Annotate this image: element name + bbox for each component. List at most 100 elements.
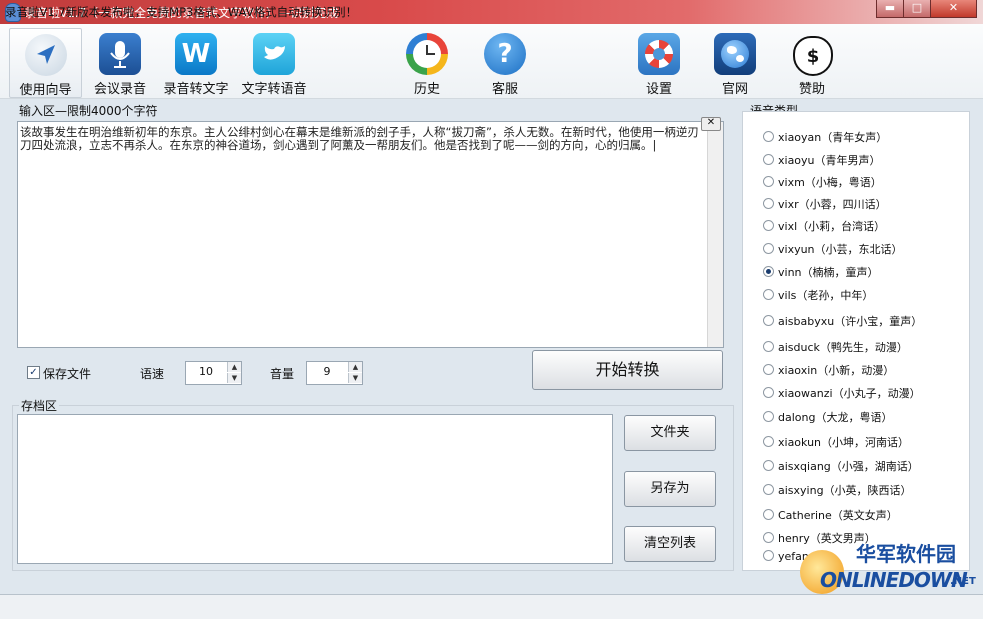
- voice-option-label: xiaokun（小坤，河南话）: [778, 436, 910, 449]
- radio-button[interactable]: [763, 411, 774, 422]
- sponsor-button[interactable]: $ 赞助: [783, 28, 841, 97]
- save-file-label: 保存文件: [43, 367, 92, 381]
- start-convert-button[interactable]: 开始转换: [532, 350, 723, 390]
- toolbar-label-meeting: 会议录音: [93, 82, 146, 97]
- radio-button[interactable]: [763, 484, 774, 495]
- voice-option-label: xiaowanzi（小丸子，动漫）: [778, 387, 921, 400]
- voice-option[interactable]: vixyun（小芸，东北话）: [763, 241, 903, 257]
- radio-button[interactable]: [763, 131, 774, 142]
- speed-label: 语速: [140, 367, 165, 381]
- voice-option-label: vixyun（小芸，东北话）: [778, 243, 903, 256]
- voice-option-label: aisbabyxu（许小宝，童声）: [778, 315, 923, 328]
- settings-button[interactable]: 设置: [630, 28, 688, 97]
- input-scrollbar[interactable]: [707, 122, 723, 347]
- save-as-button[interactable]: 另存为: [624, 471, 716, 507]
- meeting-record-button[interactable]: 会议录音: [84, 28, 156, 97]
- input-group-label: 输入区—限制4000个字符: [19, 104, 158, 118]
- voice-option-label: aisduck（鸭先生，动漫）: [778, 341, 908, 354]
- radio-button[interactable]: [763, 243, 774, 254]
- radio-button[interactable]: [763, 176, 774, 187]
- voice-option-label: aisxqiang（小强，湖南话）: [778, 460, 919, 473]
- radio-button[interactable]: [763, 266, 774, 277]
- input-text-content: 该故事发生在明治维新初年的东京。主人公绯村剑心在幕末是维新派的刽子手，人称“拔刀…: [20, 125, 699, 152]
- archive-group-label: 存档区: [19, 397, 60, 414]
- voice-option-label: vinn（楠楠，童声）: [778, 266, 879, 279]
- voice-option[interactable]: xiaoyu（青年男声）: [763, 152, 881, 168]
- maximize-button[interactable]: □: [903, 0, 931, 18]
- volume-down-arrow[interactable]: ▼: [348, 373, 362, 383]
- radio-button[interactable]: [763, 509, 774, 520]
- onlinedown-watermark: 华军软件园 ONLINEDOWN .NET: [800, 538, 978, 598]
- voice-option-label: xiaoxin（小新，动漫）: [778, 364, 895, 377]
- toolbar: 使用向导 会议录音 W 录音转文字 文字转语音 历史 ? 客服 设置 官网 $ …: [0, 24, 983, 99]
- radio-button[interactable]: [763, 387, 774, 398]
- folder-button[interactable]: 文件夹: [624, 415, 716, 451]
- speed-up-arrow[interactable]: ▲: [227, 362, 241, 372]
- globe-icon: [714, 33, 756, 75]
- volume-value: 9: [323, 365, 331, 378]
- radio-button[interactable]: [763, 154, 774, 165]
- radio-button[interactable]: [763, 315, 774, 326]
- official-site-button[interactable]: 官网: [706, 28, 764, 97]
- voice-option-label: aisxying（小英，陕西话）: [778, 484, 912, 497]
- toolbar-label-service: 客服: [491, 82, 518, 97]
- radio-button[interactable]: [763, 289, 774, 300]
- voice-option[interactable]: xiaokun（小坤，河南话）: [763, 434, 909, 450]
- clear-list-button[interactable]: 清空列表: [624, 526, 716, 562]
- speed-value: 10: [199, 365, 213, 378]
- radio-button[interactable]: [763, 532, 774, 543]
- input-textarea[interactable]: 该故事发生在明治维新初年的东京。主人公绯村剑心在幕末是维新派的刽子手，人称“拔刀…: [17, 121, 724, 348]
- voice-option[interactable]: xiaoxin（小新，动漫）: [763, 362, 894, 378]
- text-to-speech-button[interactable]: 文字转语音: [236, 28, 312, 97]
- minimize-button[interactable]: ▬: [876, 0, 904, 18]
- voice-option-label: vils（老孙，中年）: [778, 289, 874, 302]
- toolbar-label-settings: 设置: [645, 82, 672, 97]
- voice-option-label: vixm（小梅，粤语）: [778, 176, 882, 189]
- voice-option[interactable]: aisduck（鸭先生，动漫）: [763, 339, 908, 355]
- help-question-icon: ?: [484, 33, 526, 75]
- radio-button[interactable]: [763, 364, 774, 375]
- voice-option[interactable]: vixr（小蓉，四川话）: [763, 196, 887, 212]
- voice-type-panel: xiaoyan（青年女声） xiaoyu（青年男声） vixm（小梅，粤语） vixr…: [742, 111, 970, 571]
- radio-button[interactable]: [763, 550, 774, 561]
- watermark-en: ONLINEDOWN: [820, 568, 968, 592]
- help-glyph: ?: [497, 39, 513, 69]
- voice-option[interactable]: aisbabyxu（许小宝，童声）: [763, 313, 922, 329]
- volume-stepper[interactable]: 9 ▲ ▼: [306, 361, 363, 385]
- voice-option[interactable]: aisxqiang（小强，湖南话）: [763, 458, 919, 474]
- history-clock-icon: [406, 33, 448, 75]
- lifebuoy-icon: [638, 33, 680, 75]
- voice-option-label: dalong（大龙，粤语）: [778, 411, 893, 424]
- voice-option[interactable]: vils（老孙，中年）: [763, 287, 873, 303]
- customer-service-button[interactable]: ? 客服: [476, 28, 534, 97]
- close-button[interactable]: ✕: [930, 0, 977, 18]
- voice-option-label: xiaoyu（青年男声）: [778, 154, 881, 167]
- speed-stepper[interactable]: 10 ▲ ▼: [185, 361, 242, 385]
- voice-option[interactable]: vixl（小莉，台湾话）: [763, 218, 885, 234]
- voice-option[interactable]: xiaoyan（青年女声）: [763, 129, 887, 145]
- radio-button[interactable]: [763, 220, 774, 231]
- toolbar-label-history: 历史: [413, 82, 440, 97]
- radio-button[interactable]: [763, 341, 774, 352]
- word-doc-icon: W: [175, 33, 217, 75]
- voice-option[interactable]: vinn（楠楠，童声）: [763, 264, 879, 280]
- voice-option[interactable]: dalong（大龙，粤语）: [763, 409, 892, 425]
- archive-list[interactable]: [17, 414, 613, 564]
- clear-input-button[interactable]: ✕: [701, 117, 721, 131]
- word-glyph: W: [181, 39, 211, 69]
- volume-up-arrow[interactable]: ▲: [348, 362, 362, 372]
- radio-button[interactable]: [763, 436, 774, 447]
- save-file-checkbox[interactable]: ✓: [27, 366, 40, 379]
- voice-option[interactable]: Catherine（英文女声）: [763, 507, 898, 523]
- radio-button[interactable]: [763, 460, 774, 471]
- voice-option[interactable]: aisxying（小英，陕西话）: [763, 482, 912, 498]
- speed-down-arrow[interactable]: ▼: [227, 373, 241, 383]
- radio-button[interactable]: [763, 198, 774, 209]
- voice-option[interactable]: xiaowanzi（小丸子，动漫）: [763, 385, 921, 401]
- toolbar-label-record-to-text: 录音转文字: [163, 82, 229, 97]
- guide-button[interactable]: 使用向导: [9, 28, 82, 98]
- history-button[interactable]: 历史: [398, 28, 456, 97]
- voice-option[interactable]: vixm（小梅，粤语）: [763, 174, 882, 190]
- navigation-arrow-icon: [24, 34, 67, 76]
- record-to-text-button[interactable]: W 录音转文字: [158, 28, 234, 97]
